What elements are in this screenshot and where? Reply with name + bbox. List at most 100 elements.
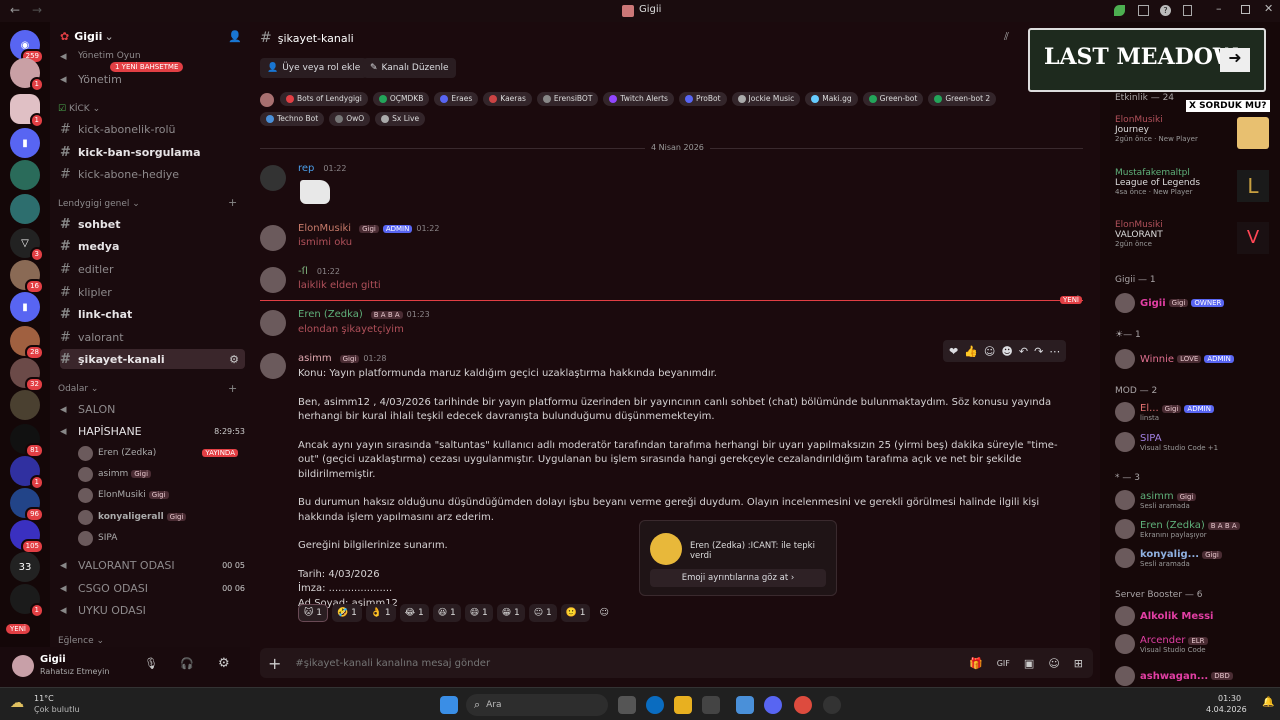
channel-item[interactable]: # editler <box>60 259 245 279</box>
channel-item[interactable]: # kick-abonelik-rolü <box>60 119 245 139</box>
avatar[interactable] <box>260 310 286 336</box>
discord-icon[interactable] <box>764 696 782 714</box>
headphones-icon[interactable]: 🎧 <box>180 657 194 670</box>
server-icon[interactable]: 28 <box>10 326 44 360</box>
member-row[interactable]: konyalig... Gigi Sesli aramada <box>1115 548 1275 568</box>
last-meadow-banner[interactable]: LAST MEADOW ➜ <box>1028 28 1266 92</box>
new-unread-pill[interactable]: YENİ <box>6 624 30 634</box>
bot-pill[interactable]: Green-bot 2 <box>928 92 997 106</box>
channel-item[interactable]: # valorant <box>60 327 245 347</box>
category-general[interactable]: Lendygigi genel ⌄ <box>58 199 140 209</box>
search-box[interactable]: ⌕ Ara <box>466 694 608 716</box>
reaction[interactable]: 😂 1 <box>399 604 429 622</box>
bot-pill[interactable]: Green-bot <box>862 92 924 106</box>
server-icon[interactable]: 1 <box>10 584 44 618</box>
voice-channel[interactable]: ◂ SALON <box>60 399 245 419</box>
server-icon[interactable] <box>10 160 40 190</box>
store-icon[interactable] <box>702 696 720 714</box>
bot-pill[interactable]: Sx Live <box>375 112 426 126</box>
server-icon[interactable]: 96 <box>10 488 44 522</box>
server-icon[interactable]: 1 <box>10 94 44 128</box>
server-icon[interactable]: 32 <box>10 358 44 392</box>
voice-user[interactable]: konyaligerall Gigi <box>78 508 187 526</box>
app-icon[interactable] <box>823 696 841 714</box>
leaf-icon[interactable] <box>1114 5 1125 16</box>
forward-arrow-icon[interactable]: → <box>32 3 42 17</box>
bot-pill[interactable]: OwO <box>329 112 371 126</box>
add-reaction-icon[interactable]: ☺ <box>594 604 613 622</box>
add-attachment-icon[interactable]: + <box>268 654 281 673</box>
back-arrow-icon[interactable]: ← <box>10 3 20 17</box>
category-kick[interactable]: ☑ KİCK ⌄ <box>58 104 100 114</box>
server-icon[interactable] <box>10 390 40 420</box>
doc-icon[interactable] <box>1183 5 1192 16</box>
channel-item[interactable]: # kick-ban-sorgulama <box>60 142 245 162</box>
voice-user[interactable]: asimm Gigi <box>78 465 152 483</box>
edge-icon[interactable] <box>646 696 664 714</box>
channel-item[interactable]: # kick-abone-hediye <box>60 164 245 184</box>
voice-user[interactable]: ElonMusiki Gigi <box>78 486 169 504</box>
sticker-icon[interactable]: ▣ <box>1024 657 1034 670</box>
avatar[interactable] <box>12 655 34 677</box>
server-icon[interactable]: 33 <box>10 552 40 582</box>
member-row[interactable]: Winnie LOVE ADMIN <box>1115 349 1275 369</box>
notification-bell-icon[interactable]: 🔔 <box>1262 697 1274 708</box>
category-more[interactable]: Eğlence ⌄ <box>58 636 104 646</box>
add-reaction-icon[interactable]: ☻ <box>1001 345 1012 358</box>
member-row[interactable]: asimm Gigi Sesli aramada <box>1115 490 1275 510</box>
server-icon[interactable] <box>10 194 40 224</box>
add-channel-icon[interactable]: + <box>228 196 237 209</box>
member-row[interactable]: Eren (Zedka) B A B A Ekranını paylaşıyor <box>1115 519 1275 539</box>
folder-icon[interactable]: ▮ <box>10 128 40 158</box>
channel-item[interactable]: ◂ Yönetim Oyun <box>60 49 245 64</box>
add-member-icon[interactable]: 👤 <box>228 30 242 43</box>
reaction[interactable]: 👌 1 <box>365 604 396 622</box>
server-icon[interactable]: 81 <box>10 424 44 458</box>
voice-user[interactable]: Eren (Zedka) YAYINDA <box>78 444 238 462</box>
more-icon[interactable]: ⋯ <box>1049 345 1060 358</box>
maximize-icon[interactable] <box>1241 5 1250 14</box>
folder-icon[interactable]: ▮ <box>10 292 40 322</box>
bot-pill[interactable]: Techno Bot <box>260 112 325 126</box>
explorer-icon[interactable] <box>674 696 692 714</box>
member-row[interactable]: Arcender ELR Visual Studio Code <box>1115 634 1275 654</box>
emoji-details-button[interactable]: Emoji ayrıntılarına göz at › <box>650 569 826 587</box>
voice-user[interactable]: SIPA <box>78 529 117 547</box>
bot-pill[interactable]: ProBot <box>678 92 727 106</box>
voice-channel[interactable]: ◂ HAPİSHANE 8:29:53 <box>60 421 245 441</box>
channel-item[interactable]: # klipler <box>60 282 245 302</box>
chrome-icon[interactable] <box>794 696 812 714</box>
gif-icon[interactable]: GIF <box>997 659 1010 668</box>
avatar[interactable] <box>260 353 286 379</box>
taskview-icon[interactable] <box>618 696 636 714</box>
category-rooms[interactable]: Odalar ⌄ <box>58 384 98 394</box>
microphone-icon[interactable]: 🎙 <box>144 657 158 670</box>
apps-icon[interactable]: ⊞ <box>1074 657 1083 670</box>
member-row[interactable]: SIPA Visual Studio Code +1 <box>1115 432 1275 452</box>
bot-pill[interactable]: Twitch Alerts <box>603 92 674 106</box>
edit-channel-button[interactable]: ✎ Kanalı Düzenle <box>363 58 456 78</box>
member-row[interactable]: ashwagan... DBD <box>1115 666 1275 686</box>
reaction[interactable]: 🤣 1 <box>331 604 362 622</box>
dm-home-icon[interactable]: ◉ 259 <box>10 30 44 64</box>
bot-pill[interactable]: Jockie Music <box>731 92 801 106</box>
settings-gear-icon[interactable]: ⚙ <box>229 353 239 366</box>
channel-item[interactable]: ◂ Yönetim <box>60 69 245 89</box>
channel-item-active[interactable]: # şikayet-kanali ⚙ <box>60 349 245 369</box>
add-channel-icon[interactable]: + <box>228 382 237 395</box>
reaction[interactable]: 😐 1 <box>528 604 557 622</box>
activity-card[interactable]: ElonMusiki VALORANT 2gün önce <box>1115 220 1235 248</box>
weather-icon[interactable]: ☁ <box>10 695 24 711</box>
voice-channel[interactable]: ◂ CSGO ODASI 00 06 <box>60 578 245 598</box>
channel-item[interactable]: # sohbet <box>60 214 245 234</box>
bot-pill[interactable]: Maki.gg <box>805 92 858 106</box>
threads-icon[interactable]: ⫽ <box>1004 30 1009 44</box>
server-header[interactable]: ✿ Gigii ⌄ <box>60 30 114 43</box>
heart-reaction-icon[interactable]: ❤ <box>949 345 958 358</box>
bot-pill[interactable]: Kaeras <box>483 92 532 106</box>
emoji-icon[interactable]: ☺ <box>1048 657 1059 670</box>
server-icon[interactable]: 105 <box>10 520 44 554</box>
forward-icon[interactable]: ↷ <box>1034 345 1043 358</box>
voice-channel[interactable]: ◂ VALORANT ODASI 00 05 <box>60 555 245 575</box>
smile-icon[interactable]: ☺ <box>984 345 995 358</box>
